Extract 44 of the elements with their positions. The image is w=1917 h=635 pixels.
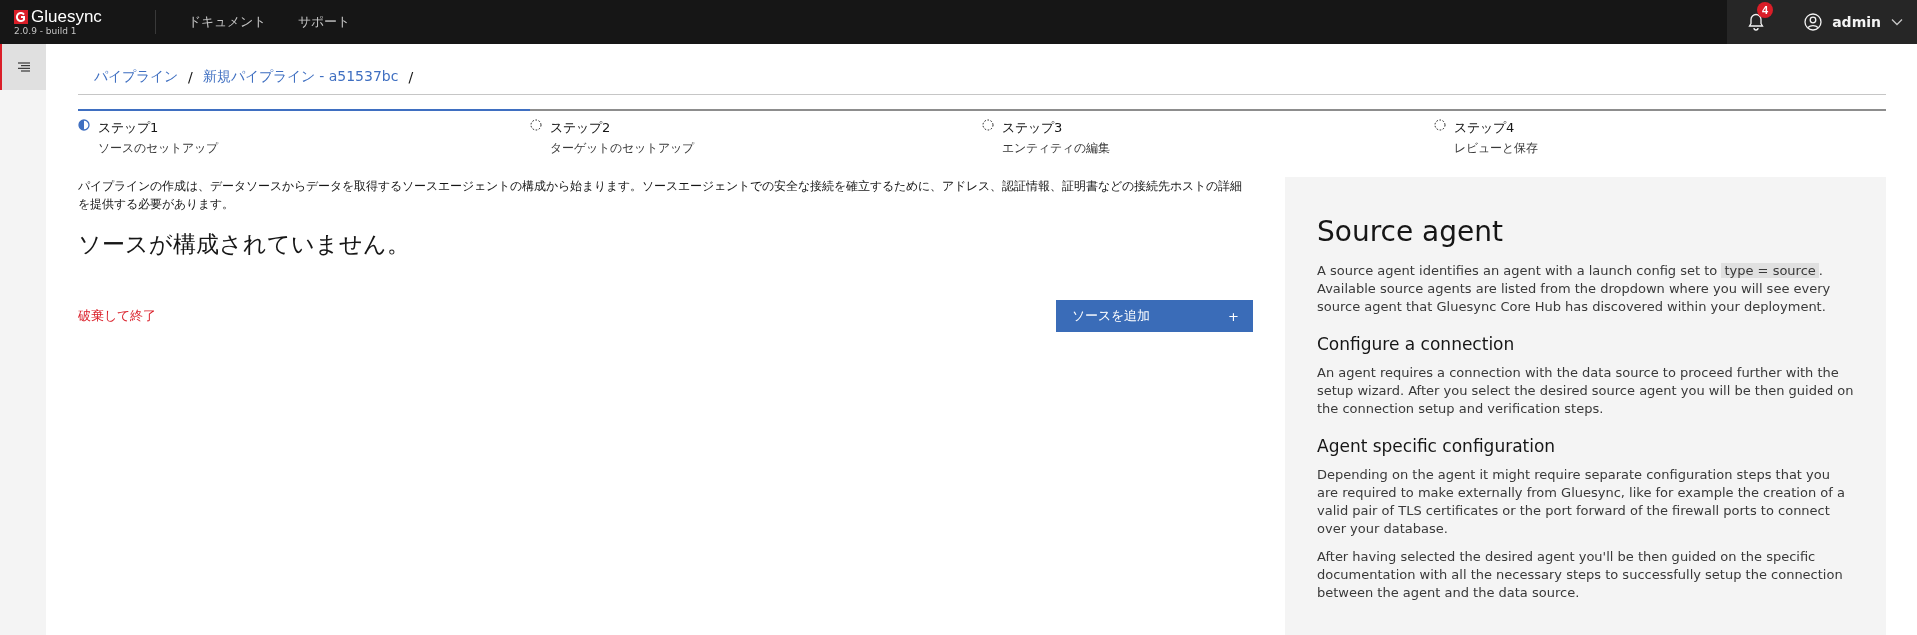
dashed-circle-icon bbox=[530, 119, 542, 131]
breadcrumb-link[interactable]: 新規パイプライン - a51537bc bbox=[202, 68, 399, 86]
progress-step[interactable]: ステップ1 ソースのセットアップ bbox=[78, 109, 530, 157]
help-paragraph: An agent requires a connection with the data source to proceed further with the setup wizard. After you select the desired source agent you will be then guided on the connection setup and verification steps. bbox=[1317, 364, 1854, 418]
help-paragraph: A source agent identifies an agent with a launch config set to type = source . Available source agents are listed from the dropdown where you will see every source agent that Gluesync Core Hub has discovered within your deployment. bbox=[1317, 262, 1832, 316]
breadcrumb-separator: / bbox=[408, 69, 414, 85]
nav-link[interactable]: サポート bbox=[282, 13, 366, 31]
progress-step[interactable]: ステップ3 エンティティの編集 bbox=[982, 109, 1434, 157]
step-title: ステップ4 bbox=[1454, 119, 1516, 137]
chevron-down-icon bbox=[1891, 18, 1903, 26]
add-source-button[interactable]: ソースを追加 + bbox=[1056, 300, 1253, 332]
notifications-button[interactable]: 4 bbox=[1727, 0, 1785, 44]
user-menu-button[interactable]: admin bbox=[1784, 0, 1917, 44]
brand-name: Gluesync bbox=[31, 7, 102, 26]
help-heading: Configure a connection bbox=[1317, 334, 1516, 354]
intro-text: パイプラインの作成は、データソースからデータを取得するソースエージェントの構成から始まります。ソースエージェントでの安全な接続を確立するために、アドレス、認証情報、証明書などの接続先ホストの詳細を提供する必要があります。 bbox=[78, 178, 1243, 213]
breadcrumb-link[interactable]: パイプライン bbox=[94, 68, 178, 86]
nav-link[interactable]: ドキュメント bbox=[172, 13, 282, 31]
help-paragraph: Depending on the agent it might require separate configuration steps that you are required to make externally from Gluesync, like for example the creation of a valid pair of TLS certificates or the port forward of the firewall ports to connect over your database. bbox=[1317, 466, 1846, 538]
user-avatar-icon bbox=[1804, 13, 1823, 31]
bell-icon bbox=[1747, 13, 1764, 31]
help-heading: Agent specific configuration bbox=[1317, 436, 1557, 456]
step-subtitle: レビューと保存 bbox=[1454, 140, 1538, 157]
dashed-circle-icon bbox=[1434, 119, 1446, 131]
dashed-circle-icon bbox=[982, 119, 994, 131]
version-label: 2.0.9 - build 1 bbox=[14, 25, 78, 37]
step-title: ステップ3 bbox=[1002, 119, 1064, 137]
discard-link[interactable]: 破棄して終了 bbox=[78, 307, 156, 325]
step-subtitle: ターゲットのセットアップ bbox=[550, 140, 694, 157]
help-paragraph: After having selected the desired agent you'll be then guided on the specific documentation with all the necessary steps to successfully setup the connection between the agent and the data source. bbox=[1317, 548, 1844, 602]
step-title: ステップ1 bbox=[98, 119, 160, 137]
sidebar-toggle-button[interactable] bbox=[0, 44, 46, 90]
step-subtitle: エンティティの編集 bbox=[1002, 140, 1110, 157]
notification-count: 4 bbox=[1757, 2, 1774, 18]
step-title: ステップ2 bbox=[550, 119, 612, 137]
list-icon bbox=[18, 62, 30, 72]
help-title: Source agent bbox=[1317, 215, 1504, 248]
progress-step[interactable]: ステップ2 ターゲットのセットアップ bbox=[530, 109, 982, 157]
logo-icon bbox=[14, 9, 28, 24]
half-filled-circle-icon bbox=[78, 119, 90, 131]
breadcrumb-separator: / bbox=[188, 69, 193, 85]
empty-state-heading: ソースが構成されていません。 bbox=[78, 230, 411, 259]
progress-step[interactable]: ステップ4 レビューと保存 bbox=[1434, 109, 1886, 157]
step-subtitle: ソースのセットアップ bbox=[98, 140, 218, 157]
